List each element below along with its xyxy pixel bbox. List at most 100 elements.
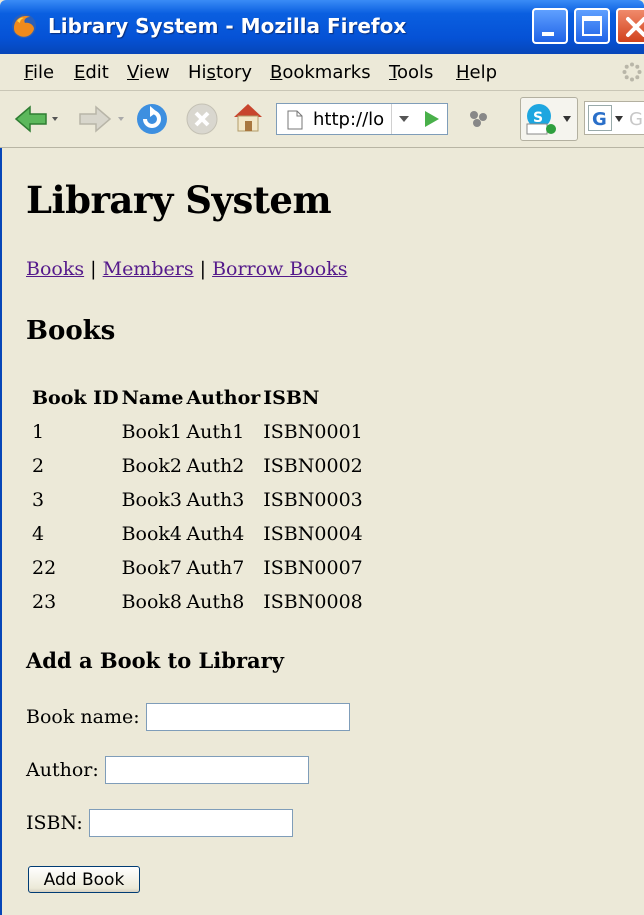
browser-window: Library System - Mozilla Firefox File Ed… [0,0,644,915]
skype-toolbar-button[interactable]: S [520,97,578,141]
throbber-icon [622,62,642,82]
menu-tools[interactable]: Tools [389,62,433,83]
add-book-title: Add a Book to Library [26,648,284,673]
column-header-isbn: ISBN [263,387,320,409]
google-icon: G [588,105,612,131]
maximize-icon [582,16,602,36]
page-icon [287,110,303,130]
book-name-row: Book name: [26,703,350,731]
bookmark-star-icon[interactable] [468,109,490,129]
column-header-name: Name [121,387,184,409]
url-text: http://lo [313,109,385,130]
table-row: 23 Book8 Auth8 ISBN0008 [32,586,363,618]
table-header-row: Book ID Name Author ISBN [32,382,363,414]
column-header-book-id: Book ID [32,387,119,409]
author-field[interactable] [104,756,309,784]
author-label: Author: [26,759,99,781]
forward-button[interactable] [76,105,128,133]
add-book-button[interactable]: Add Book [28,866,140,893]
table-row: 1 Book1 Auth1 ISBN0001 [32,416,363,448]
close-button[interactable] [616,8,644,44]
menu-history-label: History [188,62,253,83]
window-title: Library System - Mozilla Firefox [48,14,407,38]
skype-icon: S [526,104,556,135]
chevron-down-icon [399,116,409,122]
book-id-cell: 3 [32,489,45,511]
book-isbn-cell: ISBN0002 [263,455,363,477]
menu-tools-label: Tools [389,62,434,83]
menu-edit[interactable]: Edit [74,62,109,83]
isbn-field[interactable] [88,809,293,837]
menu-file-label: File [24,62,55,83]
title-bar: Library System - Mozilla Firefox [0,0,644,54]
page-content: Library System Books | Members | Borrow … [0,148,644,915]
book-isbn-cell: ISBN0003 [263,489,363,511]
menu-edit-label: Edit [74,62,109,83]
menu-bar: File Edit View History Bookmarks Tools H… [0,54,644,91]
book-isbn-cell: ISBN0001 [263,421,363,443]
table-row: 3 Book3 Auth3 ISBN0003 [32,484,363,516]
home-button[interactable] [230,99,266,135]
url-history-dropdown[interactable] [391,104,416,134]
book-name-cell: Book1 [121,421,183,443]
svg-text:G: G [592,109,607,130]
books-table: Book ID Name Author ISBN 1 Book1 Auth1 I… [29,380,366,620]
nav-separator: | [90,258,97,280]
close-icon [626,17,644,37]
book-name-cell: Book4 [121,523,183,545]
minimize-button[interactable] [532,8,568,44]
menu-file[interactable]: File [24,62,54,83]
search-box[interactable]: G G [584,101,644,135]
book-name-cell: Book7 [121,557,183,579]
author-row: Author: [26,756,309,784]
book-author-cell: Auth2 [186,455,245,477]
book-author-cell: Auth8 [186,591,245,613]
table-row: 2 Book2 Auth2 ISBN0002 [32,450,363,482]
book-name-label: Book name: [26,706,140,728]
menu-bookmarks[interactable]: Bookmarks [270,62,371,83]
navigation-toolbar: http://lo S G G [0,91,644,148]
back-button[interactable] [14,105,58,133]
members-link[interactable]: Members [103,258,194,280]
stop-button[interactable] [184,101,220,137]
svg-text:G: G [629,109,643,130]
menu-help-label: Help [456,62,498,83]
book-isbn-cell: ISBN0008 [263,591,363,613]
menu-view-label: View [127,62,170,83]
book-name-cell: Book8 [121,591,183,613]
menu-history[interactable]: History [188,62,252,83]
book-isbn-cell: ISBN0004 [263,523,363,545]
go-button[interactable] [419,107,443,131]
page-title: Library System [26,178,332,222]
book-name-cell: Book2 [121,455,183,477]
menu-help[interactable]: Help [456,62,497,83]
borrow-books-link[interactable]: Borrow Books [212,258,347,280]
book-author-cell: Auth4 [186,523,245,545]
book-author-cell: Auth1 [186,421,245,443]
books-section-title: Books [26,316,116,346]
book-author-cell: Auth3 [186,489,245,511]
menu-view[interactable]: View [127,62,170,83]
menu-bookmarks-label: Bookmarks [270,62,371,83]
chevron-down-icon [615,116,623,122]
minimize-icon [542,32,554,36]
search-engine-glyph: G [629,109,643,130]
chevron-down-icon [563,116,571,122]
nav-separator: | [199,258,207,280]
url-bar[interactable]: http://lo [276,103,448,135]
book-name-field[interactable] [145,703,350,731]
book-id-cell: 22 [32,557,57,579]
site-nav: Books | Members | Borrow Books [26,258,348,280]
books-link[interactable]: Books [26,258,84,280]
isbn-row: ISBN: [26,809,293,837]
book-id-cell: 1 [32,421,45,443]
column-header-author: Author [186,387,261,409]
maximize-button[interactable] [574,8,610,44]
reload-button[interactable] [134,101,170,137]
firefox-icon [12,14,36,38]
book-author-cell: Auth7 [186,557,245,579]
book-id-cell: 23 [32,591,57,613]
book-id-cell: 2 [32,455,45,477]
book-name-cell: Book3 [121,489,183,511]
book-id-cell: 4 [32,523,45,545]
